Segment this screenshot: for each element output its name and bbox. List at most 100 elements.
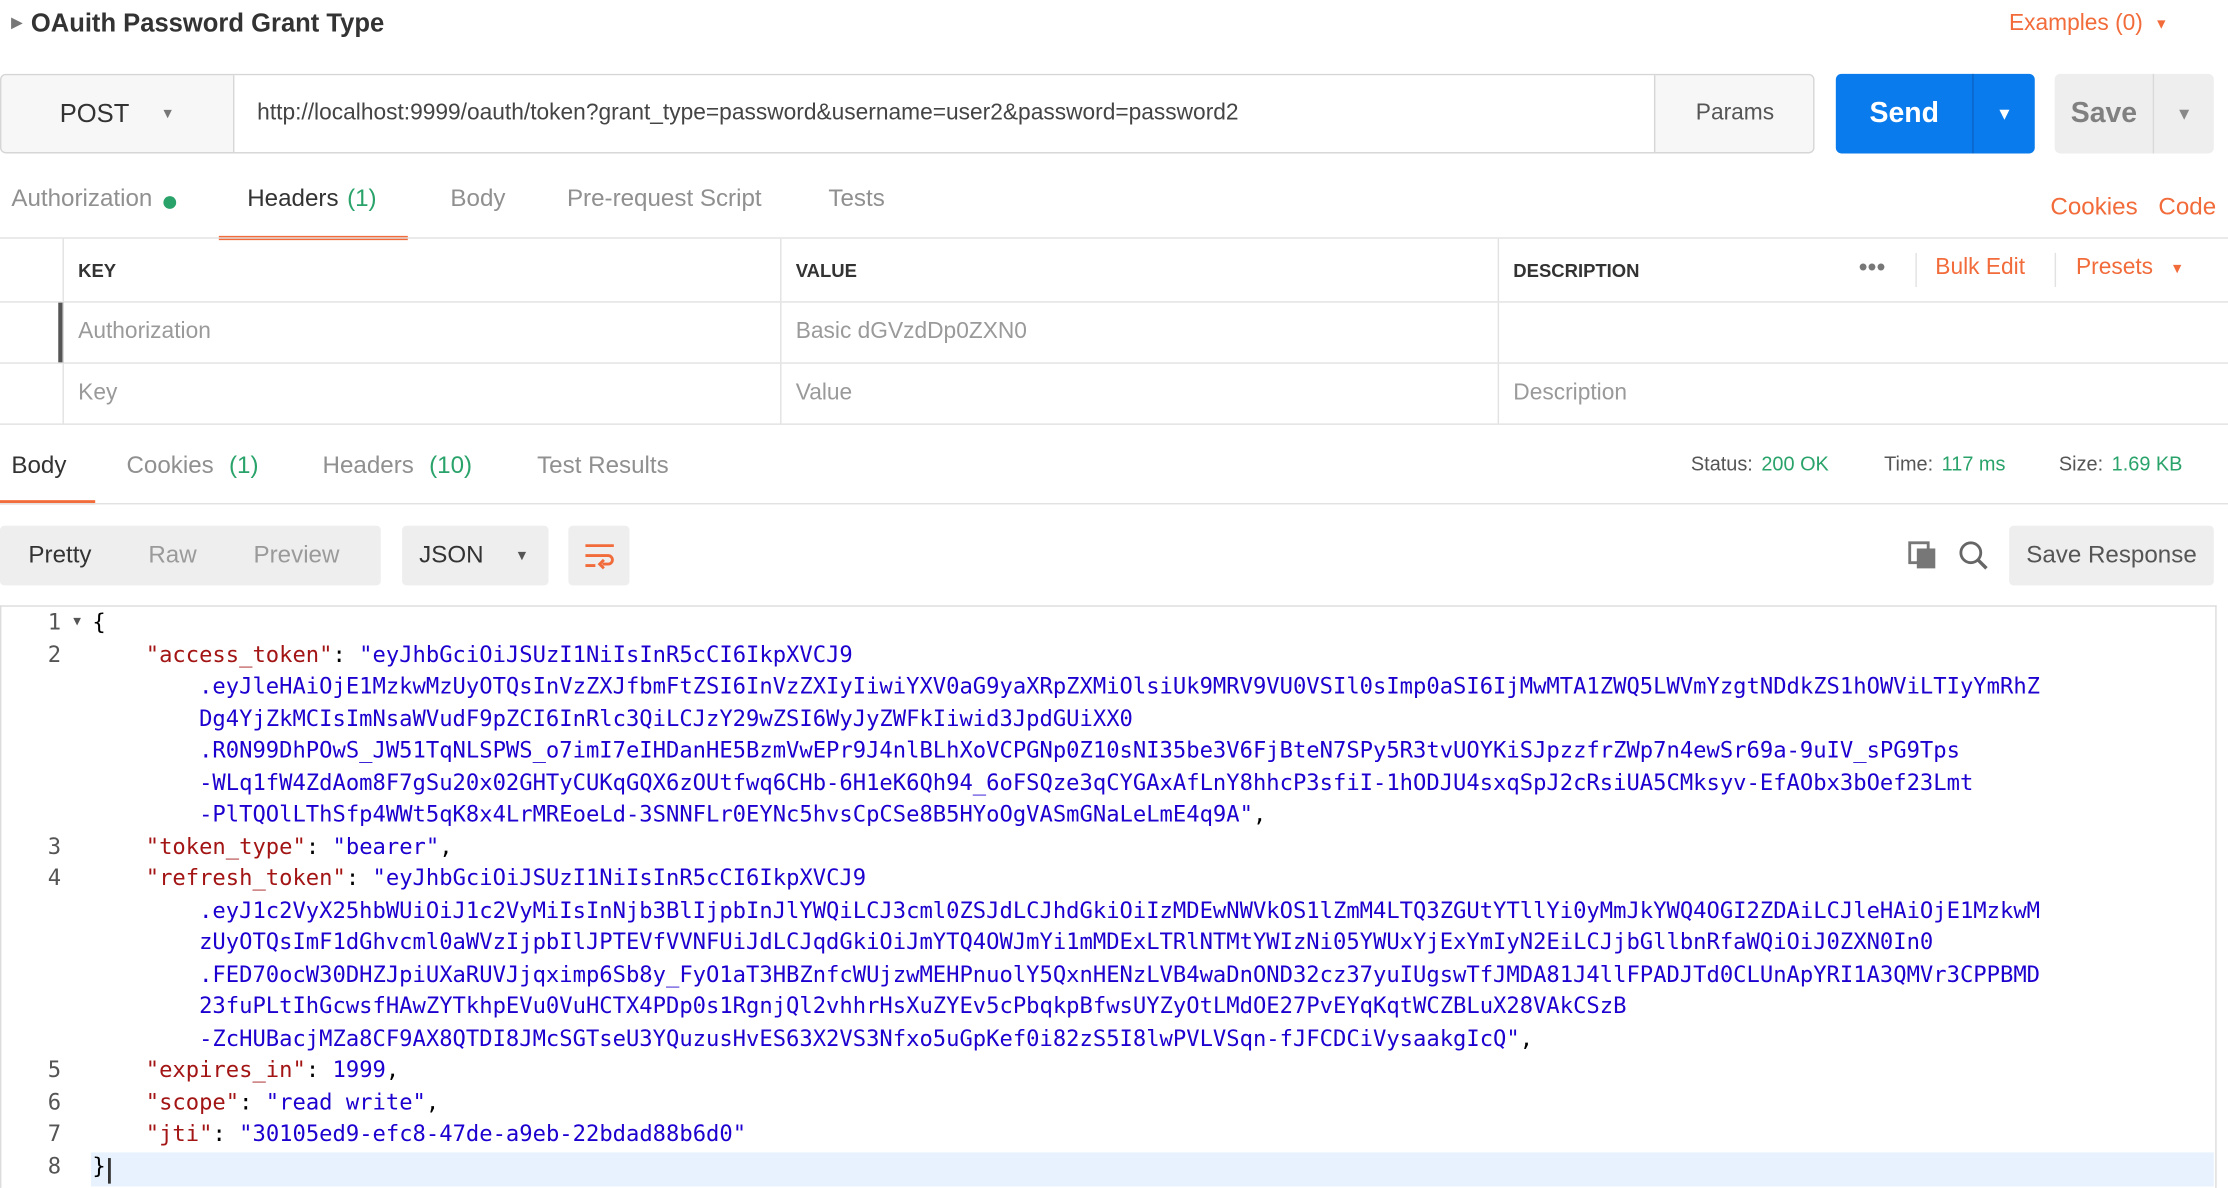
code-punctuation: } <box>92 1153 106 1179</box>
json-string: "bearer" <box>332 833 440 859</box>
new-key-field[interactable]: Key <box>62 363 781 424</box>
json-string: -PlTQOlLThSfp4WWt5qK8x4LrMREoeLd-3SNNFLr… <box>199 801 1253 827</box>
view-raw-button[interactable]: Raw <box>120 541 225 569</box>
json-string: "read write" <box>265 1089 426 1115</box>
code-punctuation: , <box>439 833 453 859</box>
send-button-group: Send ▼ <box>1835 73 2035 154</box>
chevron-down-icon: ▼ <box>514 547 529 564</box>
code-line: .eyJleHAiOjE1MzkwMzUyOTQsInVzZXJfbmFtZSI… <box>92 671 2215 703</box>
request-title: OAuith Password Grant Type <box>30 8 385 37</box>
code-line: "scope": "read write", <box>92 1086 2215 1118</box>
send-button[interactable]: Send <box>1836 74 1973 154</box>
code-line: .R0N99DhPOwS_JW51TqNLSPWS_o7imI7eIHDanHE… <box>92 735 2215 767</box>
header-description-field[interactable] <box>1497 302 2228 363</box>
url-input[interactable]: http://localhost:9999/oauth/token?grant_… <box>234 75 1654 153</box>
tab-prerequest-script[interactable]: Pre-request Script <box>567 185 762 236</box>
line-number: 5 <box>47 1057 62 1083</box>
code-punctuation: , <box>385 1057 400 1083</box>
response-body-editor[interactable]: 1 ▼ 2 3 4 5 6 7 8 { "access_token": "eyJhbGciOiJ… <box>0 605 2217 1188</box>
line-number <box>1 990 81 1022</box>
code-line: { <box>92 607 2215 639</box>
code-line: -PlTQOlLThSfp4WWt5qK8x4LrMREoeLd-3SNNFLr… <box>92 799 2215 831</box>
header-row: Authorization Basic dGVzdDp0ZXN0 <box>0 302 2228 364</box>
header-value-field[interactable]: Basic dGVzdDp0ZXN0 <box>780 302 1498 363</box>
tab-authorization-label: Authorization <box>11 184 153 212</box>
method-select[interactable]: POST ▼ <box>1 75 235 153</box>
line-number: 7 <box>47 1121 62 1147</box>
wrap-lines-icon <box>584 544 614 570</box>
code-punctuation: , <box>425 1089 440 1115</box>
fold-chevron-down-icon[interactable]: ▼ <box>73 607 81 639</box>
code-link[interactable]: Code <box>2158 193 2216 221</box>
response-tab-headers-count: (10) <box>429 451 473 479</box>
line-number <box>1 735 81 767</box>
json-string: "30105ed9-efc8-47de-a9eb-22bdad88b6d0" <box>239 1121 747 1147</box>
save-button[interactable]: Save <box>2055 74 2154 154</box>
text-cursor <box>107 1158 111 1184</box>
copy-button[interactable] <box>1904 537 1941 574</box>
send-options-chevron-down-icon[interactable]: ▼ <box>1972 73 2035 154</box>
json-string: Dg4YjZkMCIsImNsaWVudF9pZCI6InRlc3QiLCJzY… <box>199 705 1133 732</box>
line-number: 2 <box>47 641 62 668</box>
line-number: 8 <box>47 1153 62 1179</box>
response-tab-cookies-count: (1) <box>228 451 259 479</box>
line-number: 4 <box>47 865 62 891</box>
column-header-value: VALUE <box>780 238 1498 302</box>
save-response-button[interactable]: Save Response <box>2009 525 2214 586</box>
view-mode-group: Pretty Raw Preview <box>0 525 381 586</box>
divider <box>0 503 2228 505</box>
view-pretty-button[interactable]: Pretty <box>0 541 120 569</box>
tab-headers[interactable]: Headers (1) <box>218 184 408 241</box>
row-handle[interactable] <box>0 303 63 363</box>
chevron-down-icon: ▼ <box>160 105 175 122</box>
response-tab-headers[interactable]: Headers (10) <box>323 452 473 500</box>
format-select[interactable]: JSON ▼ <box>402 525 549 586</box>
json-string: -WLq1fW4ZdAom8F7gSu20x02GHTyCUKqGQX6zOUt… <box>199 769 1974 796</box>
tab-headers-count: (1) <box>347 184 377 212</box>
more-options-icon[interactable]: ••• <box>1859 253 1886 283</box>
status-label: Status: <box>1690 451 1753 475</box>
tab-body[interactable]: Body <box>450 185 505 236</box>
response-tab-cookies[interactable]: Cookies (1) <box>126 452 258 500</box>
json-key: "access_token" <box>145 641 333 668</box>
line-number <box>1 703 81 735</box>
save-options-chevron-down-icon[interactable]: ▼ <box>2153 73 2214 154</box>
tab-authorization[interactable]: Authorization <box>11 184 177 236</box>
json-string: 23fuPLtIhGcwsfHAwZYTkhpEVu0VuHCTX4PDp0s1… <box>199 993 1627 1019</box>
code-punctuation: : <box>332 641 360 668</box>
wrap-lines-button[interactable] <box>568 525 630 586</box>
header-key-field[interactable]: Authorization <box>62 302 781 363</box>
bulk-edit-link[interactable]: Bulk Edit <box>1935 256 2025 282</box>
line-number <box>1 926 81 958</box>
line-number: 1 ▼ <box>1 607 81 639</box>
view-preview-button[interactable]: Preview <box>225 541 368 569</box>
search-icon <box>1959 541 1988 570</box>
chevron-down-icon: ▼ <box>2170 260 2185 277</box>
params-button[interactable]: Params <box>1653 75 1815 153</box>
code-line: Dg4YjZkMCIsImNsaWVudF9pZCI6InRlc3QiLCJzY… <box>92 703 2215 735</box>
caret-right-icon: ▶ <box>11 15 23 32</box>
tab-tests[interactable]: Tests <box>828 185 884 236</box>
examples-dropdown[interactable]: Examples (0) ▼ <box>2009 11 2168 37</box>
new-description-field[interactable]: Description <box>1497 363 2228 424</box>
response-tab-body[interactable]: Body <box>0 452 95 505</box>
response-tab-test-results[interactable]: Test Results <box>537 452 669 500</box>
line-number-gutter: 1 ▼ 2 3 4 5 6 7 8 <box>1 607 81 1182</box>
copy-icon <box>1908 541 1936 569</box>
cookies-link[interactable]: Cookies <box>2050 193 2137 221</box>
request-title-toggle[interactable]: ▶ OAuith Password Grant Type <box>11 9 384 39</box>
new-value-field[interactable]: Value <box>780 363 1498 424</box>
presets-label: Presets <box>2075 255 2154 280</box>
json-key: "scope" <box>145 1089 240 1115</box>
divider <box>1915 252 1917 288</box>
json-string: "eyJhbGciOiJSUzI1NiIsInR5cCI6IkpXVCJ9 <box>359 641 853 668</box>
json-string: .R0N99DhPOwS_JW51TqNLSPWS_o7imI7eIHDanHE… <box>199 737 1960 764</box>
search-button[interactable] <box>1955 537 1992 574</box>
json-key: "refresh_token" <box>145 865 346 891</box>
code-line: "jti": "30105ed9-efc8-47de-a9eb-22bdad88… <box>92 1118 2215 1150</box>
presets-dropdown[interactable]: Presets ▼ <box>2076 256 2184 282</box>
